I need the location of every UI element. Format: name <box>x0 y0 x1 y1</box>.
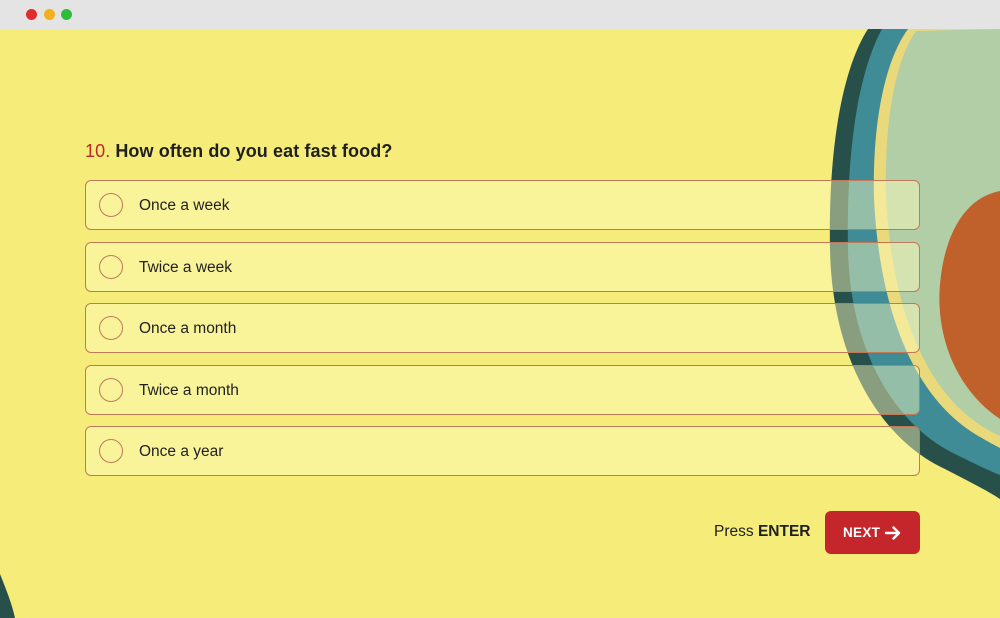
arrow-right-icon <box>884 526 901 540</box>
option-label: Once a month <box>139 320 237 337</box>
option-once-a-year[interactable]: Once a year <box>85 426 920 476</box>
press-key: ENTER <box>757 523 811 540</box>
survey-page: 10. How often do you eat fast food? Once … <box>0 29 1000 618</box>
question-text: How often do you eat fast food? <box>115 141 393 161</box>
press-enter-hint: Press ENTER <box>714 523 810 541</box>
option-twice-a-week[interactable]: Twice a week <box>85 241 920 292</box>
radio-button[interactable] <box>99 316 123 340</box>
option-twice-a-month[interactable]: Twice a month <box>85 364 920 415</box>
option-label: Twice a month <box>139 381 239 399</box>
browser-window: 10. How often do you eat fast food? Once … <box>0 0 1000 618</box>
option-label: Twice a week <box>139 258 233 276</box>
radio-button[interactable] <box>99 377 123 402</box>
radio-button[interactable] <box>99 254 123 279</box>
question-heading: 10. How often do you eat fast food? <box>85 141 392 162</box>
press-prefix: Press <box>714 523 754 540</box>
close-window-button[interactable] <box>26 9 37 20</box>
next-button[interactable]: NEXT <box>825 511 920 554</box>
maximize-window-button[interactable] <box>61 9 72 20</box>
next-button-label: NEXT <box>843 525 881 540</box>
option-once-a-month[interactable]: Once a month <box>85 303 920 353</box>
minimize-window-button[interactable] <box>44 9 55 20</box>
option-once-a-week[interactable]: Once a week <box>85 180 920 230</box>
option-label: Once a week <box>139 197 230 214</box>
radio-button[interactable] <box>99 439 123 463</box>
answer-options: Once a week Twice a week Once a month Tw… <box>85 180 920 488</box>
window-titlebar <box>0 0 1000 29</box>
radio-button[interactable] <box>99 193 123 217</box>
option-label: Once a year <box>139 443 224 460</box>
question-number: 10. <box>85 141 111 161</box>
